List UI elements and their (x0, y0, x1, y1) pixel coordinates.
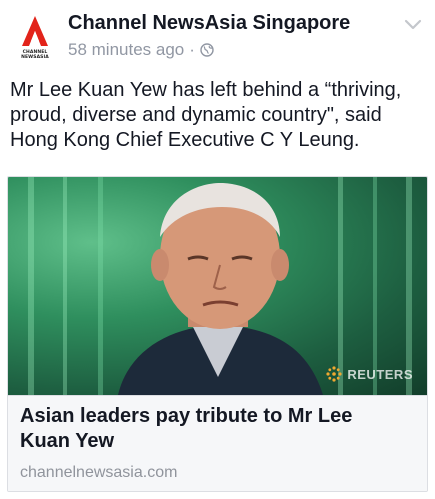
post-header: CHANNEL NEWSASIA Channel NewsAsia Singap… (10, 10, 425, 68)
globe-icon (200, 43, 214, 57)
news-feed-post: CHANNEL NEWSASIA Channel NewsAsia Singap… (0, 0, 435, 499)
post-meta: 58 minutes ago · (68, 40, 214, 60)
article-title[interactable]: Asian leaders pay tribute to Mr Lee Kuan… (20, 404, 380, 454)
page-name-link[interactable]: Channel NewsAsia Singapore (68, 12, 350, 35)
portrait-illustration (28, 177, 412, 395)
channel-newsasia-logo-icon (22, 16, 48, 46)
logo-wordmark: CHANNEL NEWSASIA (21, 50, 49, 60)
article-photo[interactable]: REUTERS (8, 177, 427, 395)
page-avatar[interactable]: CHANNEL NEWSASIA (10, 14, 60, 64)
chevron-down-icon[interactable] (403, 18, 423, 32)
reuters-logo-icon (326, 366, 342, 382)
link-caption[interactable]: Asian leaders pay tribute to Mr Lee Kuan… (8, 395, 427, 491)
article-domain: channelnewsasia.com (20, 464, 178, 481)
reuters-watermark: REUTERS (325, 365, 413, 383)
post-message: Mr Lee Kuan Yew has left behind a “thriv… (10, 79, 402, 151)
meta-separator: · (189, 40, 195, 59)
link-preview-card[interactable]: REUTERS Asian leaders pay tribute to Mr … (7, 176, 428, 492)
watermark-text: REUTERS (347, 366, 413, 382)
post-timestamp[interactable]: 58 minutes ago (68, 40, 184, 60)
